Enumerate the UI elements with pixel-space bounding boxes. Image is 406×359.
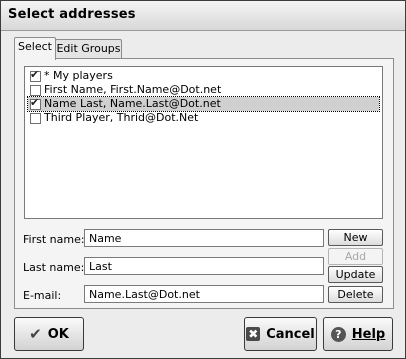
ok-button-label: OK	[47, 326, 69, 342]
list-item-label: Name Last, Name.Last@Dot.net	[44, 97, 221, 110]
list-item-first-name[interactable]: First Name, First.Name@Dot.net	[30, 83, 382, 97]
list-item-label: * My players	[44, 69, 113, 82]
list-item-label: Third Player, Thrid@Dot.Net	[44, 111, 199, 124]
first-name-label: First name:	[23, 233, 85, 246]
checkmark-icon: ✔	[29, 324, 42, 343]
checkbox-name-last[interactable]: ✔	[30, 96, 41, 110]
help-button[interactable]: ? Help	[323, 317, 393, 351]
cancel-x-icon: ✖	[246, 327, 261, 341]
cancel-button[interactable]: ✖ Cancel	[244, 317, 317, 351]
address-list[interactable]: ✔ * My players First Name, First.Name@Dot…	[24, 66, 383, 219]
ok-button[interactable]: ✔ OK	[14, 317, 84, 351]
first-name-field[interactable]	[84, 229, 324, 247]
checkbox-first-name[interactable]	[30, 85, 41, 96]
new-button[interactable]: New	[328, 229, 383, 246]
window-title: Select addresses	[8, 7, 136, 22]
last-name-label: Last name:	[23, 261, 85, 274]
check-icon: ✔	[30, 96, 40, 109]
check-icon: ✔	[30, 68, 40, 81]
help-icon: ?	[330, 326, 346, 342]
list-item-third-player[interactable]: Third Player, Thrid@Dot.Net	[30, 111, 382, 125]
list-item-label: First Name, First.Name@Dot.net	[44, 83, 222, 96]
select-addresses-dialog: Select addresses Select Edit Groups ✔ * M…	[0, 0, 406, 359]
checkbox-third-player[interactable]	[30, 113, 41, 124]
checkbox-my-players[interactable]: ✔	[30, 68, 41, 82]
cancel-button-label: Cancel	[266, 326, 315, 342]
tab-select[interactable]: Select	[14, 37, 56, 60]
tab-edit-groups-label: Edit Groups	[56, 42, 121, 55]
title-bar[interactable]: Select addresses	[1, 1, 405, 31]
list-item-name-last[interactable]: ✔ Name Last, Name.Last@Dot.net	[27, 96, 380, 112]
email-label: E-mail:	[23, 289, 62, 302]
tab-panel-select: ✔ * My players First Name, First.Name@Dot…	[14, 58, 394, 309]
tab-edit-groups[interactable]: Edit Groups	[55, 39, 122, 59]
delete-button[interactable]: Delete	[328, 286, 383, 303]
list-item-my-players[interactable]: ✔ * My players	[30, 68, 382, 83]
add-button[interactable]: Add	[328, 248, 383, 265]
update-button[interactable]: Update	[328, 266, 383, 283]
last-name-field[interactable]	[84, 257, 324, 275]
email-field[interactable]	[84, 285, 324, 303]
help-button-label: Help	[351, 326, 386, 342]
tab-select-label: Select	[18, 40, 52, 53]
